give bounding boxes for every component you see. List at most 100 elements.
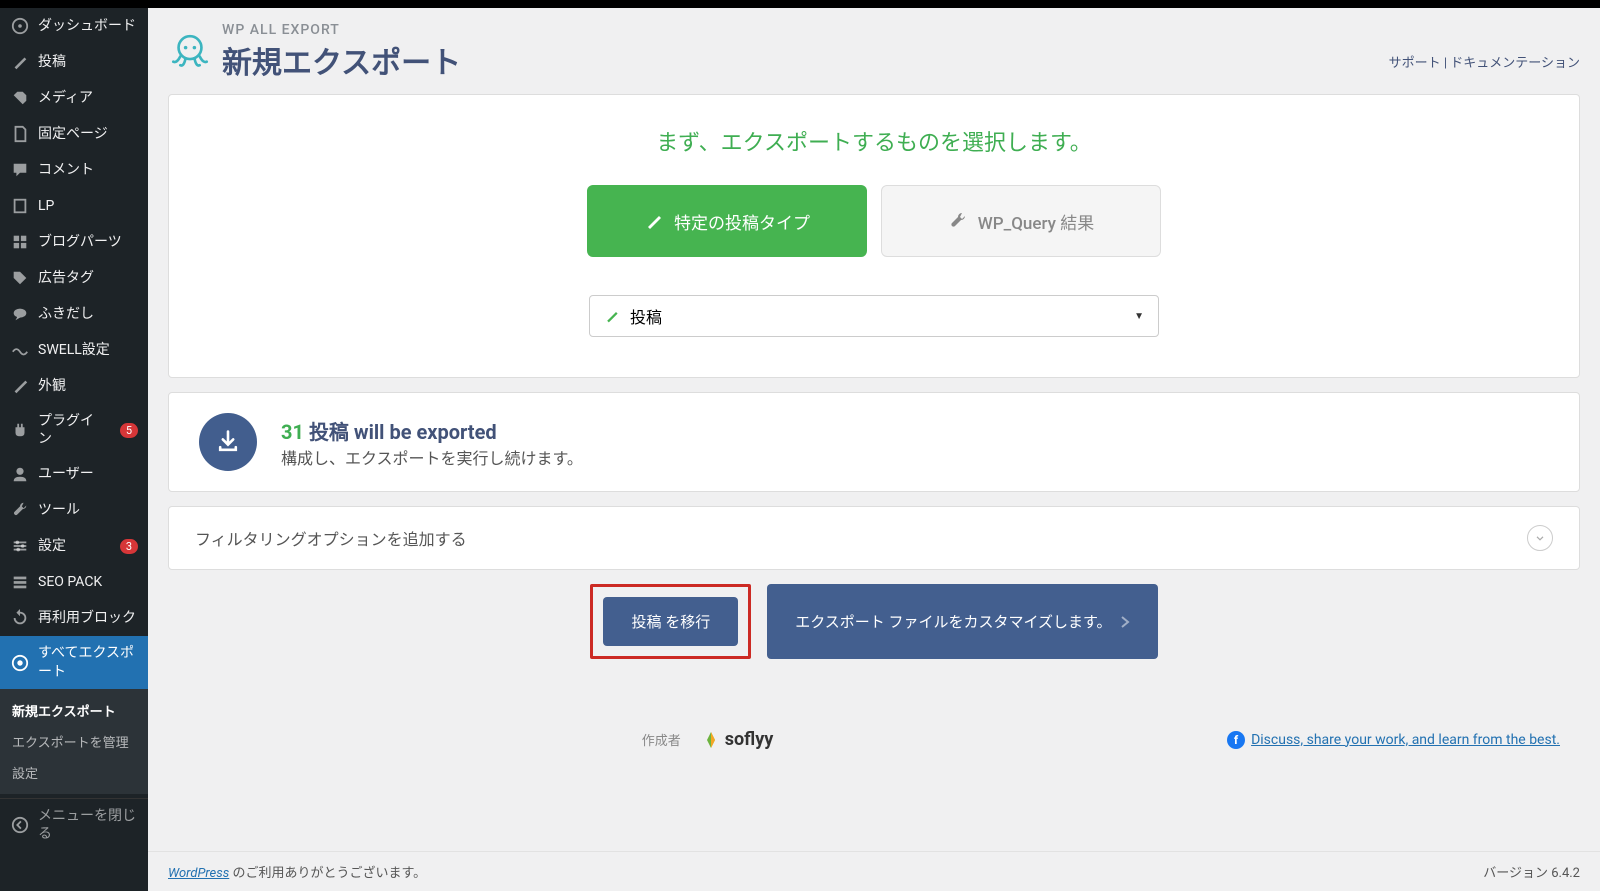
- sidebar-item-lp[interactable]: LP: [0, 188, 148, 224]
- author-label: 作成者: [642, 730, 681, 749]
- sidebar-item-fukidashi[interactable]: ふきだし: [0, 296, 148, 332]
- customize-button[interactable]: エクスポート ファイルをカスタマイズします。: [767, 584, 1157, 659]
- page-header: WP ALL EXPORT 新規エクスポート サポート | ドキュメンテーション: [168, 18, 1580, 94]
- sidebar-label: 固定ページ: [38, 125, 138, 143]
- collapse-icon: [10, 815, 30, 835]
- sidebar-collapse[interactable]: メニューを閉じる: [0, 798, 148, 851]
- sidebar-item-appearance[interactable]: 外観: [0, 368, 148, 404]
- sidebar-label: プラグイン: [38, 412, 108, 448]
- sidebar-submenu: 新規エクスポート エクスポートを管理 設定: [0, 689, 148, 794]
- settings-badge: 3: [120, 539, 138, 554]
- support-link[interactable]: サポート: [1389, 56, 1441, 71]
- sidebar-item-comments[interactable]: コメント: [0, 152, 148, 188]
- sidebar-label: 設定: [38, 537, 108, 555]
- step1-heading: まず、エクスポートするものを選択します。: [209, 125, 1539, 157]
- thanks-text: のご利用ありがとうございます。: [229, 866, 426, 881]
- main-content: WP ALL EXPORT 新規エクスポート サポート | ドキュメンテーション…: [148, 8, 1600, 891]
- filter-title: フィルタリングオプションを追加する: [195, 526, 467, 550]
- version-text: バージョン 6.4.2: [1483, 862, 1580, 881]
- tab-label: 特定の投稿タイプ: [674, 209, 810, 234]
- chevron-down-icon: [1527, 525, 1553, 551]
- sidebar-item-seopack[interactable]: SEO PACK: [0, 564, 148, 600]
- export-label-suffix: will be exported: [349, 420, 497, 444]
- sidebar-label: SEO PACK: [38, 573, 138, 591]
- bubble-icon: [10, 304, 30, 324]
- sidebar-item-settings[interactable]: 設定 3: [0, 528, 148, 564]
- download-icon: [199, 413, 257, 471]
- sidebar-label: ツール: [38, 501, 138, 519]
- sidebar-item-media[interactable]: メディア: [0, 80, 148, 116]
- sidebar-sub-settings[interactable]: 設定: [0, 757, 148, 788]
- sidebar-label: ユーザー: [38, 465, 138, 483]
- settings-icon: [10, 536, 30, 556]
- sidebar-item-pages[interactable]: 固定ページ: [0, 116, 148, 152]
- sidebar-item-tools[interactable]: ツール: [0, 492, 148, 528]
- filter-accordion[interactable]: フィルタリングオプションを追加する: [169, 507, 1579, 569]
- sidebar-item-dashboard[interactable]: ダッシュボード: [0, 8, 148, 44]
- sidebar-item-blogparts[interactable]: ブログパーツ: [0, 224, 148, 260]
- page-icon: [10, 196, 30, 216]
- facebook-icon: f: [1227, 731, 1245, 749]
- page-icon: [10, 124, 30, 144]
- sidebar-label: メディア: [38, 89, 138, 107]
- page-title: 新規エクスポート: [222, 38, 461, 82]
- wrench-icon: [948, 211, 968, 231]
- sidebar-label: すべてエクスポート: [38, 644, 138, 680]
- soflyy-icon: [701, 730, 721, 750]
- sidebar-item-all-export[interactable]: すべてエクスポート: [0, 636, 148, 688]
- sidebar-label: ふきだし: [38, 305, 138, 323]
- admin-sidebar: ダッシュボード 投稿 メディア 固定ページ コメント: [0, 8, 148, 891]
- sidebar-item-users[interactable]: ユーザー: [0, 456, 148, 492]
- stats-line2: 構成し、エクスポートを実行し続けます。: [281, 445, 583, 469]
- pin-icon: [604, 308, 620, 324]
- step1-panel: まず、エクスポートするものを選択します。 特定の投稿タイプ WP_Query 結…: [168, 94, 1580, 378]
- sidebar-item-swell[interactable]: SWELL設定: [0, 332, 148, 368]
- tool-icon: [10, 500, 30, 520]
- sidebar-item-adtag[interactable]: 広告タグ: [0, 260, 148, 296]
- sidebar-label: ブログパーツ: [38, 233, 138, 251]
- tab-wpquery[interactable]: WP_Query 結果: [881, 185, 1161, 257]
- highlight-box: 投稿 を移行: [590, 584, 751, 659]
- collapse-label: メニューを閉じる: [38, 807, 138, 843]
- docs-link[interactable]: ドキュメンテーション: [1450, 56, 1580, 71]
- filter-panel: フィルタリングオプションを追加する: [168, 506, 1580, 570]
- action-row: 投稿 を移行 エクスポート ファイルをカスタマイズします。: [168, 584, 1580, 659]
- pin-icon: [10, 52, 30, 72]
- brush-icon: [10, 376, 30, 396]
- sidebar-label: SWELL設定: [38, 341, 138, 359]
- comment-icon: [10, 160, 30, 180]
- sidebar-label: 投稿: [38, 53, 138, 71]
- seo-icon: [10, 572, 30, 592]
- export-label-post: 投稿: [309, 420, 349, 444]
- export-count: 31: [281, 420, 304, 444]
- media-icon: [10, 88, 30, 108]
- stats-line1: 31 投稿 will be exported: [281, 416, 583, 445]
- sidebar-label: LP: [38, 197, 138, 215]
- sidebar-item-plugins[interactable]: プラグイン 5: [0, 404, 148, 456]
- sidebar-label: ダッシュボード: [38, 17, 138, 35]
- stats-panel: 31 投稿 will be exported 構成し、エクスポートを実行し続けま…: [168, 392, 1580, 492]
- sidebar-label: 外観: [38, 377, 138, 395]
- pin-icon: [644, 211, 664, 231]
- soflyy-brand: soflyy: [701, 729, 774, 750]
- page-suptitle: WP ALL EXPORT: [222, 22, 461, 38]
- chevron-right-icon: [1120, 615, 1130, 629]
- sidebar-label: 広告タグ: [38, 269, 138, 287]
- sidebar-label: 再利用ブロック: [38, 609, 138, 627]
- sidebar-item-reusable[interactable]: 再利用ブロック: [0, 600, 148, 636]
- plugin-badge: 5: [120, 423, 138, 438]
- sidebar-item-posts[interactable]: 投稿: [0, 44, 148, 80]
- dashboard-icon: [10, 16, 30, 36]
- select-value: 投稿: [630, 304, 662, 328]
- reuse-icon: [10, 608, 30, 628]
- wordpress-link[interactable]: WordPress: [168, 866, 229, 881]
- sidebar-sub-manage-export[interactable]: エクスポートを管理: [0, 726, 148, 757]
- migrate-button[interactable]: 投稿 を移行: [603, 597, 738, 646]
- user-icon: [10, 464, 30, 484]
- sidebar-sub-new-export[interactable]: 新規エクスポート: [0, 695, 148, 726]
- posttype-select[interactable]: 投稿 ▼: [589, 295, 1159, 337]
- export-icon: [10, 653, 30, 673]
- facebook-link[interactable]: f Discuss, share your work, and learn fr…: [1227, 731, 1560, 749]
- swell-icon: [10, 340, 30, 360]
- tab-specific-posttype[interactable]: 特定の投稿タイプ: [587, 185, 867, 257]
